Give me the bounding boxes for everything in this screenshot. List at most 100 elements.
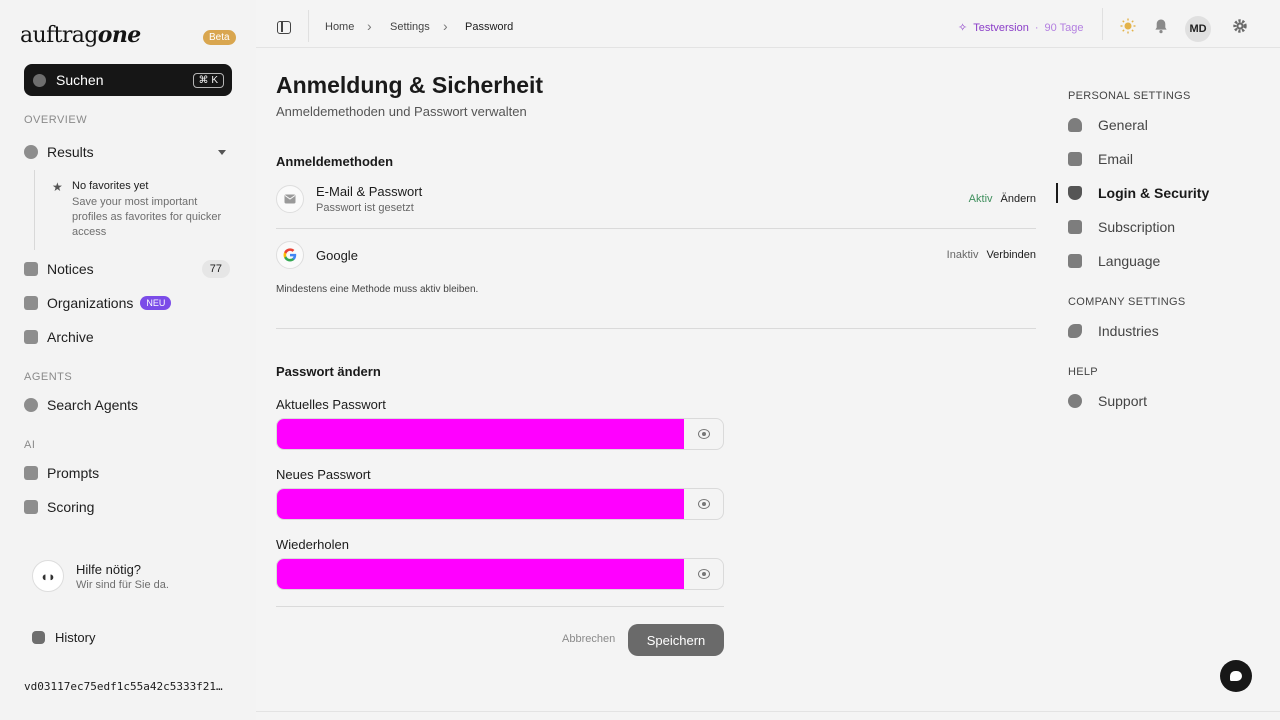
sidebar-item-scoring[interactable]: Scoring (24, 493, 232, 521)
favorites-title: No favorites yet (72, 180, 149, 192)
password-heading: Passwort ändern (276, 364, 381, 379)
topbar: Home › Settings › Password ✧ Testversion… (256, 0, 1280, 48)
user-icon (1068, 118, 1082, 132)
settings-item-label: Subscription (1098, 219, 1176, 235)
sidebar-item-archive[interactable]: Archive (24, 323, 232, 351)
organizations-icon (24, 296, 38, 310)
divider (308, 10, 309, 42)
sun-icon[interactable] (1120, 18, 1136, 34)
sidebar-item-label: Scoring (47, 499, 95, 515)
cancel-button[interactable]: Abbrechen (562, 633, 615, 645)
sidebar-item-prompts[interactable]: Prompts (24, 459, 232, 487)
beta-badge: Beta (203, 30, 236, 45)
gear-icon[interactable] (1232, 18, 1248, 34)
breadcrumb-settings[interactable]: Settings (390, 21, 430, 33)
mail-icon (1068, 152, 1082, 166)
sidebar-item-label: Prompts (47, 465, 100, 481)
notices-count-badge: 77 (201, 260, 230, 278)
trial-indicator[interactable]: ✧ Testversion · 90 Tage (958, 21, 1084, 35)
settings-item-login-security[interactable]: Login & Security (1068, 181, 1268, 205)
divider (276, 606, 724, 607)
sidebar: auftragone Beta Suchen ⌘ K OVERVIEW Resu… (0, 0, 256, 720)
settings-item-industries[interactable]: Industries (1068, 319, 1268, 343)
eye-icon[interactable] (698, 429, 710, 439)
sidebar-item-notices[interactable]: Notices 77 (24, 255, 232, 283)
current-password-input[interactable] (277, 419, 684, 449)
sidebar-item-label: Results (47, 144, 94, 160)
repeat-password-label: Wiederholen (276, 537, 349, 552)
headphones-icon: ◖◗ (32, 560, 64, 592)
company-settings-heading: COMPANY SETTINGS (1068, 296, 1186, 308)
avatar[interactable]: MD (1185, 16, 1211, 42)
help-title: Hilfe nötig? (76, 561, 142, 577)
repeat-password-input[interactable] (277, 559, 684, 589)
main-panel: Home › Settings › Password ✧ Testversion… (256, 0, 1280, 712)
eye-icon[interactable] (698, 569, 710, 579)
settings-item-email[interactable]: Email (1068, 147, 1268, 171)
connect-button[interactable]: Verbinden (986, 249, 1036, 261)
sidebar-item-history[interactable]: History (32, 630, 95, 645)
method-google: Google Inaktiv Verbinden (276, 241, 1036, 269)
breadcrumb-home[interactable]: Home (325, 21, 354, 33)
session-id: vd03117ec75edf1c55a42c5333f21… (24, 680, 223, 693)
eye-icon[interactable] (698, 499, 710, 509)
current-password-field (276, 418, 724, 450)
divider (1102, 8, 1103, 40)
chat-icon (1230, 671, 1242, 681)
new-password-field (276, 488, 724, 520)
shield-icon (1068, 186, 1082, 200)
sidebar-item-organizations[interactable]: Organizations NEU (24, 289, 232, 317)
scoring-icon (24, 500, 38, 514)
section-ai: AI (24, 439, 36, 451)
sidebar-toggle-icon[interactable] (277, 21, 291, 34)
new-password-label: Neues Passwort (276, 467, 371, 482)
app-logo[interactable]: auftragone (20, 22, 141, 48)
search-button[interactable]: Suchen ⌘ K (24, 64, 232, 96)
sidebar-item-label: History (55, 630, 96, 645)
favorites-description: Save your most important profiles as fav… (72, 196, 222, 238)
star-icon: ★ (52, 180, 63, 194)
settings-item-subscription[interactable]: Subscription (1068, 215, 1268, 239)
method-subtitle: Passwort ist gesetzt (316, 202, 414, 214)
history-icon (32, 631, 45, 644)
settings-item-support[interactable]: Support (1068, 389, 1268, 413)
settings-item-label: Industries (1098, 323, 1159, 339)
active-indicator (1056, 183, 1058, 203)
trial-separator: · (1034, 21, 1039, 34)
personal-settings-heading: PERSONAL SETTINGS (1068, 90, 1191, 102)
breadcrumb-current: Password (465, 21, 514, 33)
tag-icon (1068, 324, 1082, 338)
divider (276, 328, 1036, 329)
mail-icon (276, 185, 304, 213)
chevron-down-icon[interactable] (218, 149, 226, 155)
new-password-input[interactable] (277, 489, 684, 519)
status-badge: Aktiv (968, 193, 993, 205)
translate-icon (1068, 254, 1082, 268)
trial-days: 90 Tage (1044, 21, 1084, 34)
help-subtitle: Wir sind für Sie da. (76, 578, 169, 591)
logo-accent: one (97, 22, 141, 48)
settings-item-label: Email (1098, 151, 1134, 167)
bell-icon[interactable] (1153, 18, 1169, 34)
settings-item-general[interactable]: General (1068, 113, 1268, 137)
sidebar-item-label: Organizations (47, 295, 134, 311)
method-title: Google (316, 247, 358, 263)
settings-item-label: Support (1098, 393, 1148, 409)
repeat-password-field (276, 558, 724, 590)
change-button[interactable]: Ändern (1001, 193, 1036, 205)
settings-item-language[interactable]: Language (1068, 249, 1268, 273)
save-button[interactable]: Speichern (628, 624, 724, 656)
chat-button[interactable] (1220, 660, 1252, 692)
chip-icon (24, 466, 38, 480)
divider (276, 228, 1036, 229)
sidebar-item-search-agents[interactable]: Search Agents (24, 391, 232, 419)
settings-item-label: Language (1098, 253, 1161, 269)
status-badge: Inaktiv (946, 249, 979, 261)
method-title: E-Mail & Passwort (316, 184, 423, 199)
method-email-password: E-Mail & Passwort Passwort ist gesetzt A… (276, 184, 1036, 214)
sidebar-item-results[interactable]: Results (24, 138, 232, 166)
methods-note: Mindestens eine Methode muss aktiv bleib… (276, 284, 479, 295)
results-icon (24, 145, 38, 159)
help-card[interactable]: ◖◗ Hilfe nötig? Wir sind für Sie da. (32, 558, 232, 594)
page-subtitle: Anmeldemethoden und Passwort verwalten (276, 104, 527, 119)
